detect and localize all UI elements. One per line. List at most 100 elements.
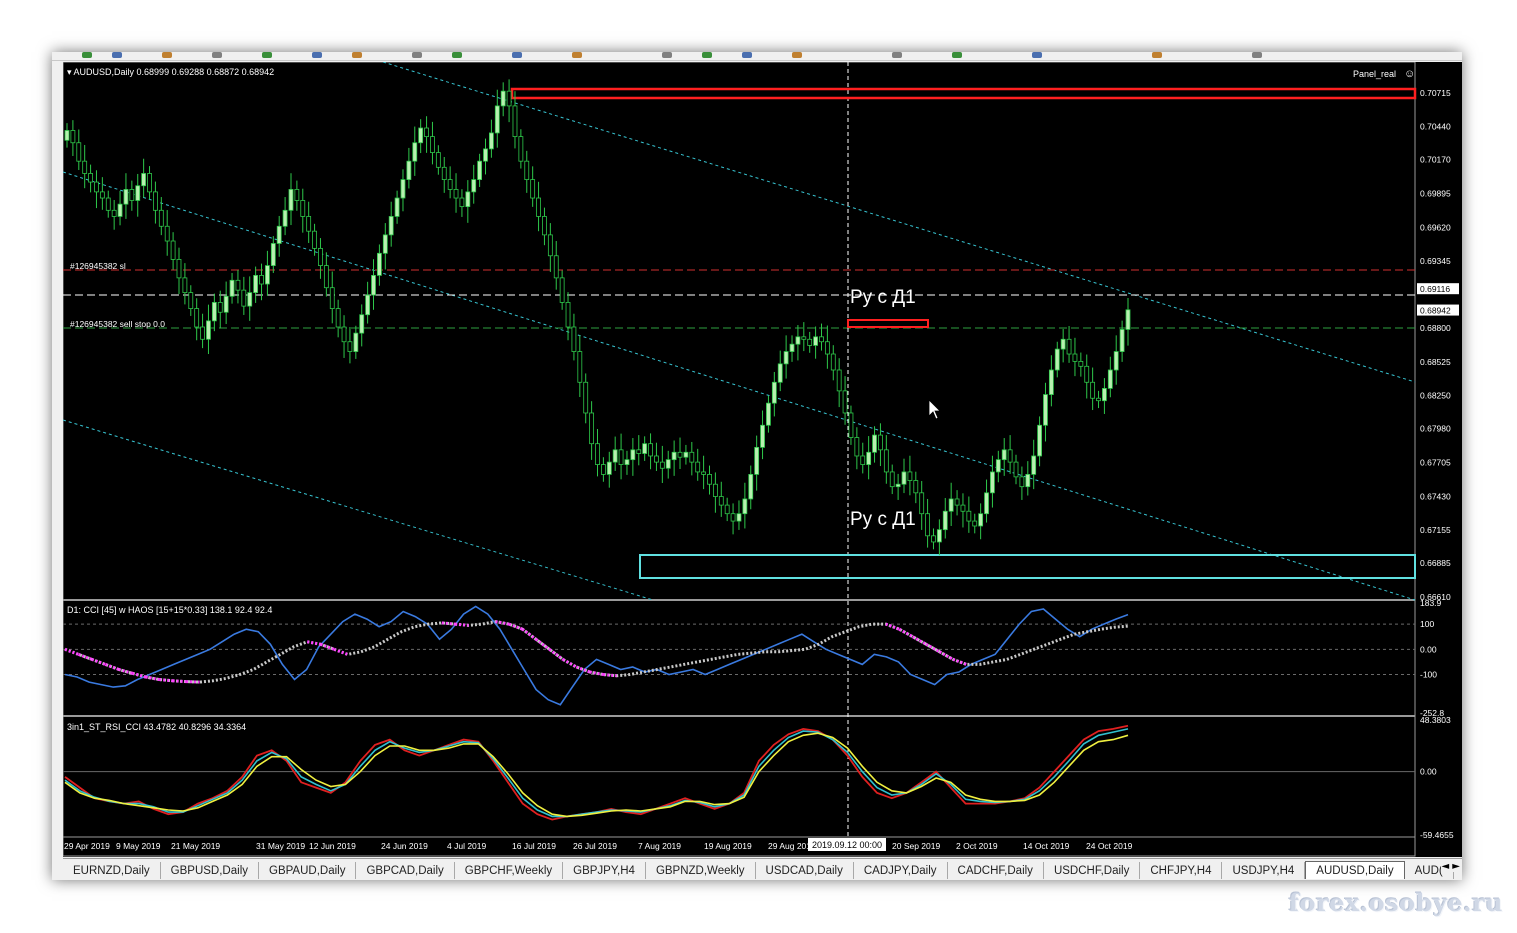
candle-body (76, 142, 82, 162)
toolbar-icon[interactable] (412, 52, 422, 58)
candle-body (188, 292, 194, 309)
toolbar-icon[interactable] (892, 52, 902, 58)
candle-body (783, 351, 789, 365)
candle-body (347, 341, 353, 352)
candle-body (942, 510, 948, 531)
candle-body (253, 275, 259, 294)
x-tick-label: 29 Apr 2019 (64, 841, 110, 851)
candle-body (1107, 369, 1113, 389)
candle-body (618, 449, 624, 465)
toolbar-icon[interactable] (112, 52, 122, 58)
toolbar-strip[interactable] (52, 52, 1462, 61)
x-tick-label: 2 Oct 2019 (956, 841, 998, 851)
tab-8[interactable]: CADJPY,Daily (854, 862, 948, 879)
candle-body (795, 336, 801, 345)
toolbar-icon[interactable] (952, 52, 962, 58)
candle-body (424, 127, 429, 138)
candle-body (164, 225, 170, 242)
candle-body (365, 294, 371, 316)
candle-body (860, 455, 866, 465)
toolbar-icon[interactable] (572, 52, 582, 58)
candle-body (748, 473, 754, 500)
toolbar-icon[interactable] (1252, 52, 1262, 58)
toolbar-icon[interactable] (662, 52, 672, 58)
candle-body (229, 279, 235, 297)
toolbar-icon[interactable] (452, 52, 462, 58)
candle-body (925, 513, 930, 537)
tab-0[interactable]: EURNZD,Daily (63, 862, 161, 879)
cci-tick: 100 (1420, 619, 1434, 629)
candle-body (648, 443, 653, 457)
candle-body (636, 449, 642, 454)
toolbar-icon[interactable] (82, 52, 92, 58)
candle-body (147, 173, 152, 193)
resistance-box-small (847, 319, 929, 328)
candle-body (447, 179, 453, 190)
y-tick-label: 0.68525 (1420, 357, 1451, 367)
toolbar-icon[interactable] (312, 52, 322, 58)
candle-body (176, 259, 182, 279)
candle-body (624, 459, 630, 465)
tab-5[interactable]: GBPJPY,H4 (563, 862, 646, 879)
y-tick-label: 0.70170 (1420, 155, 1451, 165)
support-box (639, 554, 1416, 579)
toolbar-icon[interactable] (1032, 52, 1042, 58)
tab-scroll-arrows-icon[interactable]: ◄ ► (1441, 861, 1460, 872)
tab-12[interactable]: USDJPY,H4 (1222, 862, 1306, 879)
x-tick-label: 24 Jun 2019 (381, 841, 428, 851)
candle-body (742, 498, 748, 515)
candle-body (536, 197, 541, 217)
candle-body (730, 513, 736, 522)
candle-body (766, 402, 771, 426)
order-sl-label: #126945382 sl (70, 261, 126, 271)
toolbar-icon[interactable] (702, 52, 712, 58)
chart-canvas[interactable]: 183.91000.00-100-252.8 48.38030.00-59.46… (63, 62, 1462, 857)
candle-body (135, 185, 141, 201)
haos-falling-segment (64, 647, 79, 656)
candle-body (978, 513, 984, 527)
candle-body (913, 480, 919, 494)
candle-body (388, 216, 394, 236)
tab-7[interactable]: USDCAD,Daily (756, 862, 854, 879)
symbol-tabs: EURNZD,Daily GBPUSD,Daily GBPAUD,Daily GBPC… (63, 858, 1462, 879)
candle-body (506, 90, 512, 107)
x-tick-label: 12 Jun 2019 (309, 841, 356, 851)
tab-6[interactable]: GBPNZD,Weekly (646, 862, 756, 879)
annotation-bottom: Ру с Д1 (850, 509, 916, 530)
candle-body (341, 326, 347, 343)
tab-1[interactable]: GBPUSD,Daily (161, 862, 259, 879)
tab-11[interactable]: CHFJPY,H4 (1140, 862, 1223, 879)
tab-4[interactable]: GBPCHF,Weekly (455, 862, 564, 879)
tab-3[interactable]: GBPCAD,Daily (356, 862, 455, 879)
toolbar-icon[interactable] (212, 52, 222, 58)
toolbar-icon[interactable] (792, 52, 802, 58)
candle-body (483, 148, 488, 162)
toolbar-icon[interactable] (1152, 52, 1162, 58)
tab-2[interactable]: GBPAUD,Daily (259, 862, 357, 879)
candle-body (789, 343, 795, 352)
candle-body (777, 363, 783, 383)
y-tick-label: 0.66885 (1420, 558, 1451, 568)
channel-line-top (382, 62, 1416, 383)
candle-body (1084, 365, 1090, 383)
candle-body (972, 520, 978, 527)
y-tick-label: 0.67430 (1420, 491, 1451, 501)
candle-body (966, 510, 972, 522)
candle-body (612, 449, 618, 463)
candle-body (288, 189, 294, 211)
candle-body (771, 381, 777, 404)
candle-body (712, 483, 718, 497)
candle-body (936, 529, 942, 543)
toolbar-icon[interactable] (262, 52, 272, 58)
candle-body (1007, 449, 1013, 463)
chart-area[interactable]: 183.9 100 0.00 -100 -252.8 48.3803 0.00 -59.46… (63, 62, 1462, 857)
tab-9[interactable]: CADCHF,Daily (948, 862, 1044, 879)
toolbar-icon[interactable] (352, 52, 362, 58)
tab-active[interactable]: AUDUSD,Daily (1305, 861, 1405, 879)
candle-body (571, 326, 577, 352)
toolbar-icon[interactable] (162, 52, 172, 58)
toolbar-icon[interactable] (742, 52, 752, 58)
tab-10[interactable]: USDCHF,Daily (1044, 862, 1141, 879)
toolbar-icon[interactable] (512, 52, 522, 58)
x-tick-label: 31 May 2019 (256, 841, 305, 851)
